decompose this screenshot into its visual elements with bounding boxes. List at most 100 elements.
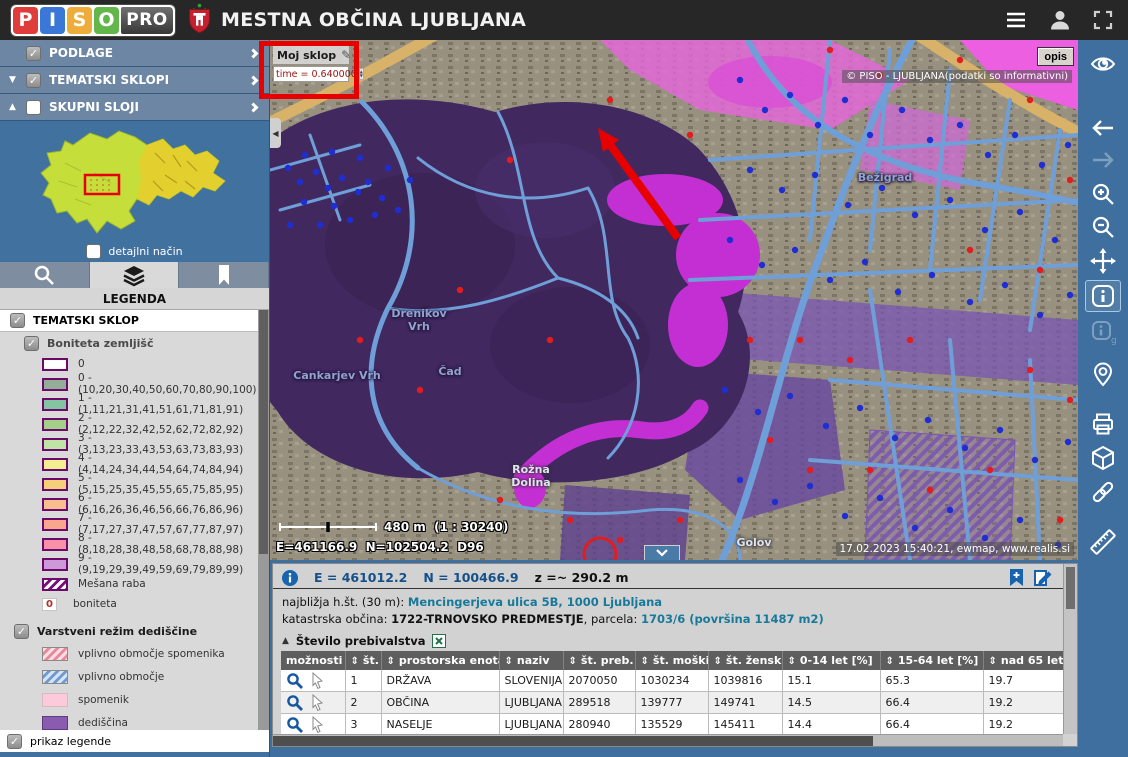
heritage-checkbox[interactable] xyxy=(14,624,29,639)
identify-button[interactable] xyxy=(1085,280,1121,312)
panel-vertical-scrollbar[interactable] xyxy=(1063,564,1077,734)
legend-item: 1 - (1,11,21,31,41,51,61,71,81,91) xyxy=(0,394,258,414)
hatch-swatch xyxy=(42,647,68,661)
overview-map[interactable] xyxy=(0,121,269,241)
chevron-right-icon[interactable] xyxy=(249,48,259,58)
collapse-section-icon[interactable]: ▲ xyxy=(282,636,289,646)
col-st-zensk[interactable]: št. žensk xyxy=(708,651,782,670)
detail-mode-checkbox[interactable] xyxy=(86,244,101,259)
select-row-icon[interactable] xyxy=(311,716,325,733)
hatch-swatch xyxy=(42,578,68,591)
nearest-address-link[interactable]: Mencingerjeva ulica 5B, 1000 Ljubljana xyxy=(408,595,662,609)
view-layers-button[interactable] xyxy=(1085,48,1121,80)
top-header: P I S O PRO MESTNA OBČINA LJUBLJANA xyxy=(0,0,1128,40)
sort-icon xyxy=(387,654,399,667)
hscrollbar-thumb[interactable] xyxy=(273,736,873,746)
tab-search[interactable] xyxy=(0,262,90,288)
podlage-label: PODLAGE xyxy=(49,46,113,60)
vscrollbar-thumb[interactable] xyxy=(1066,567,1075,609)
color-swatch xyxy=(42,438,68,451)
pan-button[interactable] xyxy=(1085,245,1121,277)
col-st[interactable]: št. xyxy=(345,651,381,670)
col-moznosti: možnosti xyxy=(281,651,345,670)
prikaz-legende-checkbox[interactable] xyxy=(7,734,22,749)
tab-bookmarks[interactable] xyxy=(179,262,269,288)
panel-tematski-sklopi[interactable]: ▼ TEMATSKI SKLOPI xyxy=(0,67,269,94)
eye-icon xyxy=(1090,51,1116,77)
col-0-14[interactable]: 0-14 let [%] xyxy=(782,651,880,670)
sort-icon xyxy=(989,654,1001,667)
legend-scrollbar-thumb[interactable] xyxy=(259,310,268,554)
sidebar-tabs xyxy=(0,262,269,288)
3d-view-button[interactable] xyxy=(1085,442,1121,474)
select-row-icon[interactable] xyxy=(311,694,325,711)
select-row-icon[interactable] xyxy=(311,672,325,689)
boniteta-checkbox[interactable] xyxy=(24,336,39,351)
map-viewport[interactable]: Drenikov Vrh Cankarjev Vrh Čad Rožna Dol… xyxy=(270,40,1078,560)
permalink-button[interactable] xyxy=(1085,476,1121,508)
chevron-right-icon[interactable] xyxy=(249,102,259,112)
tematski-expander[interactable]: ▼ xyxy=(9,75,26,85)
detail-mode-label: detajlni način xyxy=(108,245,182,258)
piso-app: P I S O PRO MESTNA OBČINA LJUBLJANA xyxy=(0,0,1128,757)
zoom-to-row-icon[interactable] xyxy=(286,694,303,711)
scale-text: 480 m (1 : 30240) xyxy=(384,520,508,534)
legend-item: 8 - (8,18,28,38,48,58,68,78,88,98) xyxy=(0,534,258,554)
layers-icon xyxy=(122,263,146,287)
legend-scrollbar[interactable] xyxy=(258,310,269,730)
zoom-in-button[interactable] xyxy=(1085,178,1121,210)
color-swatch xyxy=(42,693,68,707)
col-15-64[interactable]: 15-64 let [%] xyxy=(880,651,983,670)
value-chip: 0 xyxy=(42,598,57,611)
col-st-preb[interactable]: št. preb. xyxy=(563,651,635,670)
menu-icon[interactable] xyxy=(1004,9,1028,31)
tematski-checkbox[interactable] xyxy=(26,73,41,88)
panel-skupni-sloji[interactable]: ▲ SKUPNI SLOJI xyxy=(0,94,269,121)
identify-group-button[interactable]: g xyxy=(1085,316,1121,348)
locate-button[interactable] xyxy=(1085,358,1121,390)
edit-report-icon[interactable] xyxy=(1033,568,1053,587)
piso-pro-logo[interactable]: P I S O PRO xyxy=(10,4,176,37)
sort-icon xyxy=(641,654,653,667)
col-st-moskih[interactable]: št. moških xyxy=(635,651,708,670)
zoom-out-button[interactable] xyxy=(1085,211,1121,243)
sort-icon xyxy=(714,654,726,667)
zoom-to-row-icon[interactable] xyxy=(286,672,303,689)
opis-button[interactable]: opis xyxy=(1037,47,1074,66)
panel-podlage[interactable]: PODLAGE xyxy=(0,40,269,67)
logo-pro-badge: PRO xyxy=(121,7,173,34)
col-nad-65[interactable]: nad 65 let [%] xyxy=(983,651,1063,670)
legend-item: 0 - (10,20,30,40,50,60,70,80,90,100) xyxy=(0,374,258,394)
tematski-sklop-checkbox[interactable] xyxy=(10,313,25,328)
skupni-expander[interactable]: ▲ xyxy=(9,102,26,112)
parcel-label: , parcela: xyxy=(584,612,638,626)
search-icon xyxy=(32,263,56,287)
podlage-checkbox[interactable] xyxy=(26,46,41,61)
chevron-right-icon[interactable] xyxy=(249,75,259,85)
heritage-row: Varstveni režim dediščine xyxy=(0,620,258,642)
collapse-bottom-panel-button[interactable] xyxy=(644,545,680,560)
table-horizontal-scrollbar[interactable] xyxy=(273,734,1063,746)
export-excel-icon[interactable] xyxy=(432,634,446,648)
measure-button[interactable] xyxy=(1085,526,1121,558)
tab-layers[interactable] xyxy=(90,262,180,288)
parcel-link[interactable]: 1703/6 (površina 11487 m2) xyxy=(641,612,824,626)
col-prostorska-enota[interactable]: prostorska enota xyxy=(381,651,499,670)
collapse-sidebar-button[interactable]: ◀ xyxy=(270,118,281,148)
col-naziv[interactable]: naziv xyxy=(499,651,563,670)
sidebar-tail xyxy=(0,752,269,757)
add-bookmark-icon[interactable] xyxy=(1008,568,1025,587)
edit-pencil-icon[interactable]: ✎ xyxy=(341,48,351,62)
back-button[interactable] xyxy=(1085,112,1121,144)
zoom-to-row-icon[interactable] xyxy=(286,716,303,733)
forward-button[interactable] xyxy=(1085,144,1121,176)
time-stepper[interactable]: ▲▼ xyxy=(359,68,364,80)
color-swatch xyxy=(42,518,68,531)
map-copyright: © PISO - LJUBLJANA(podatki so informativ… xyxy=(842,70,1072,83)
print-button[interactable] xyxy=(1085,408,1121,440)
svg-text:g: g xyxy=(1111,336,1116,345)
skupni-checkbox[interactable] xyxy=(26,100,41,115)
color-swatch xyxy=(42,478,68,491)
fullscreen-icon[interactable] xyxy=(1092,9,1114,31)
user-icon[interactable] xyxy=(1048,8,1072,32)
